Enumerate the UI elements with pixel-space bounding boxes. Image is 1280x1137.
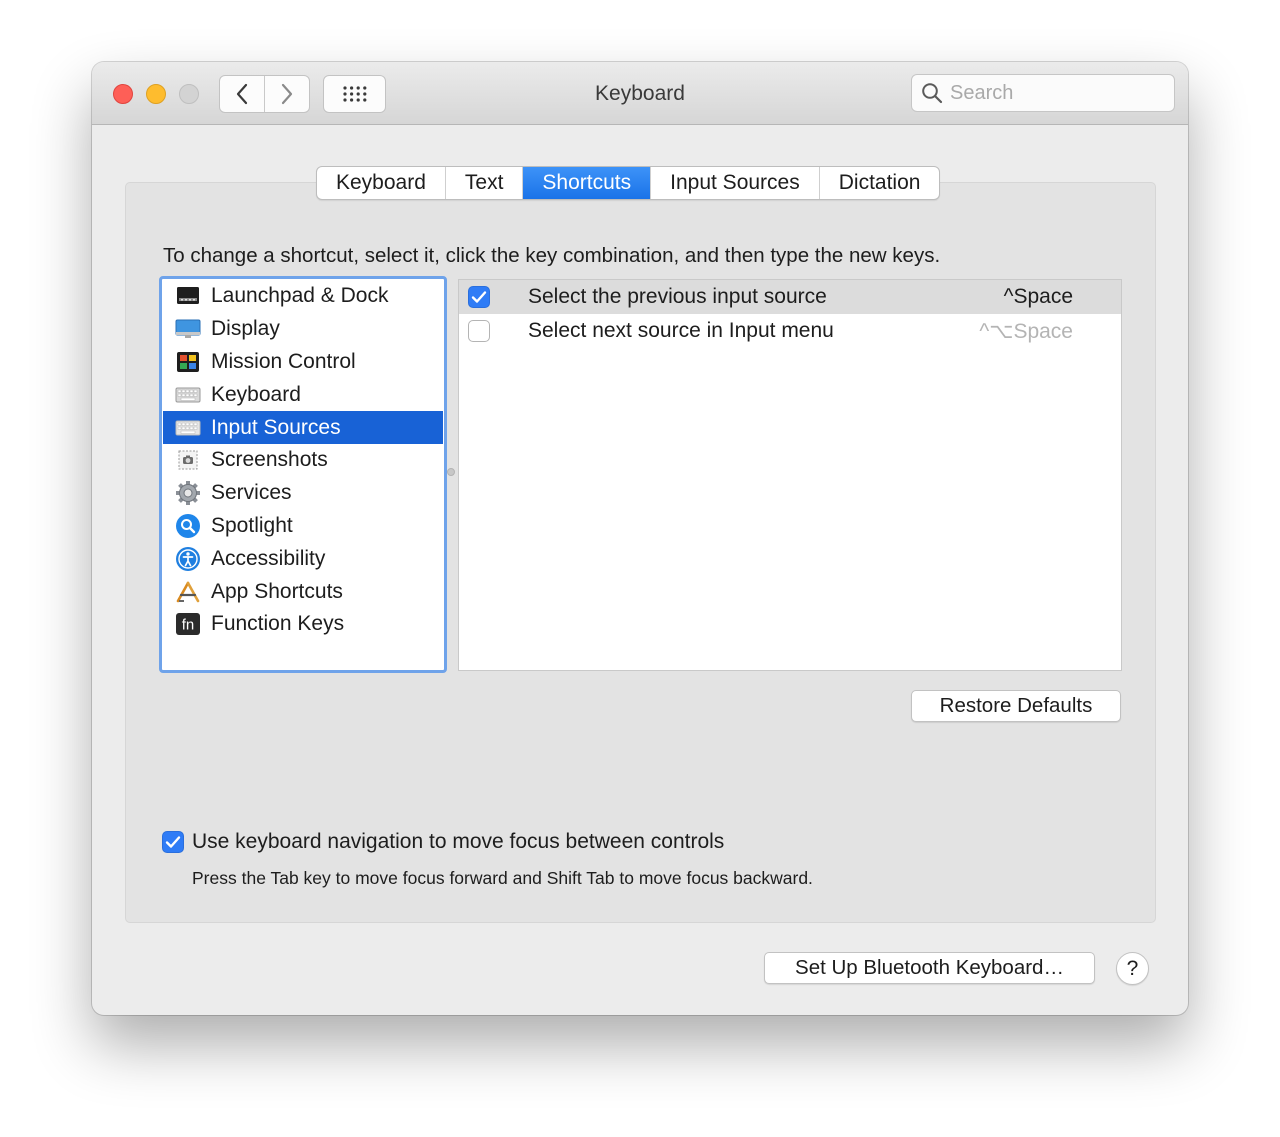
accessibility-icon xyxy=(175,546,201,571)
category-list[interactable]: Launchpad & Dock Display Mission Control… xyxy=(159,276,447,673)
category-function-keys[interactable]: fn Function Keys xyxy=(163,608,443,641)
tab-keyboard[interactable]: Keyboard xyxy=(317,167,445,199)
category-screenshots[interactable]: Screenshots xyxy=(163,444,443,477)
shortcut-row[interactable]: Select next source in Input menu ^⌥Space xyxy=(459,314,1121,348)
category-label: Input Sources xyxy=(211,415,341,439)
minimize-button[interactable] xyxy=(146,84,166,104)
instructions-text: To change a shortcut, select it, click t… xyxy=(163,244,941,267)
checkmark-icon xyxy=(165,836,181,848)
shortcut-label: Select the previous input source xyxy=(528,285,827,308)
category-label: Screenshots xyxy=(211,448,328,472)
set-up-bluetooth-keyboard-button[interactable]: Set Up Bluetooth Keyboard… xyxy=(764,952,1095,984)
spotlight-icon xyxy=(175,513,201,538)
category-input-sources[interactable]: Input Sources xyxy=(163,411,443,444)
category-label: Accessibility xyxy=(211,546,326,570)
chevron-right-icon xyxy=(281,83,293,105)
category-services[interactable]: Services xyxy=(163,477,443,510)
category-label: Keyboard xyxy=(211,382,301,406)
shortcut-table: Select the previous input source ^Space … xyxy=(458,279,1122,671)
category-keyboard[interactable]: Keyboard xyxy=(163,378,443,411)
keyboard-navigation-label[interactable]: Use keyboard navigation to move focus be… xyxy=(192,830,724,854)
function-keys-icon: fn xyxy=(175,612,201,636)
tab-input-sources[interactable]: Input Sources xyxy=(650,167,819,199)
tab-text[interactable]: Text xyxy=(444,167,523,199)
keyboard-navigation-checkbox[interactable] xyxy=(162,831,184,853)
category-label: Function Keys xyxy=(211,612,345,636)
grid-icon xyxy=(342,86,366,102)
screenshots-icon xyxy=(175,448,201,472)
category-accessibility[interactable]: Accessibility xyxy=(163,542,443,575)
svg-text:fn: fn xyxy=(182,617,195,634)
search-input[interactable] xyxy=(950,81,1170,105)
title-bar: Keyboard xyxy=(92,62,1188,125)
category-label: Mission Control xyxy=(211,349,356,373)
restore-defaults-button[interactable]: Restore Defaults xyxy=(911,690,1121,722)
display-icon xyxy=(175,317,201,341)
checkmark-icon xyxy=(471,291,487,303)
shortcut-checkbox[interactable] xyxy=(468,320,490,342)
back-forward-control xyxy=(219,75,310,113)
launchpad-dock-icon xyxy=(175,284,201,308)
show-all-button[interactable] xyxy=(323,75,386,113)
services-gear-icon xyxy=(175,481,201,506)
input-sources-icon xyxy=(175,416,201,440)
tab-dictation[interactable]: Dictation xyxy=(818,167,940,199)
category-display[interactable]: Display xyxy=(163,313,443,346)
shortcut-label: Select next source in Input menu xyxy=(528,319,834,342)
shortcut-checkbox[interactable] xyxy=(468,286,490,308)
category-label: Display xyxy=(211,317,280,341)
shortcut-key[interactable]: ^⌥Space xyxy=(979,319,1073,344)
keyboard-navigation-help-text: Press the Tab key to move focus forward … xyxy=(192,868,813,888)
close-button[interactable] xyxy=(113,84,133,104)
category-label: Spotlight xyxy=(211,513,293,537)
category-launchpad-dock[interactable]: Launchpad & Dock xyxy=(163,280,443,313)
chevron-left-icon xyxy=(236,83,248,105)
category-label: Launchpad & Dock xyxy=(211,284,389,308)
shortcut-row[interactable]: Select the previous input source ^Space xyxy=(459,280,1121,314)
category-mission-control[interactable]: Mission Control xyxy=(163,346,443,379)
app-shortcuts-icon xyxy=(175,580,201,604)
category-label: Services xyxy=(211,481,292,505)
mission-control-icon xyxy=(175,350,201,374)
shortcut-key[interactable]: ^Space xyxy=(1004,285,1073,309)
keyboard-icon xyxy=(175,383,201,407)
category-app-shortcuts[interactable]: App Shortcuts xyxy=(163,575,443,608)
help-button[interactable]: ? xyxy=(1116,952,1149,985)
split-view-divider[interactable] xyxy=(447,468,455,476)
forward-button[interactable] xyxy=(264,76,309,112)
zoom-button xyxy=(179,84,199,104)
tab-bar: Keyboard Text Shortcuts Input Sources Di… xyxy=(316,166,941,200)
category-label: App Shortcuts xyxy=(211,579,343,603)
tab-shortcuts[interactable]: Shortcuts xyxy=(522,167,651,199)
search-field[interactable] xyxy=(911,74,1175,112)
preferences-window: Keyboard Search Keyboard Text Shortcuts … xyxy=(92,62,1188,1015)
back-button[interactable] xyxy=(220,76,264,112)
category-spotlight[interactable]: Spotlight xyxy=(163,510,443,543)
search-icon xyxy=(920,81,944,105)
